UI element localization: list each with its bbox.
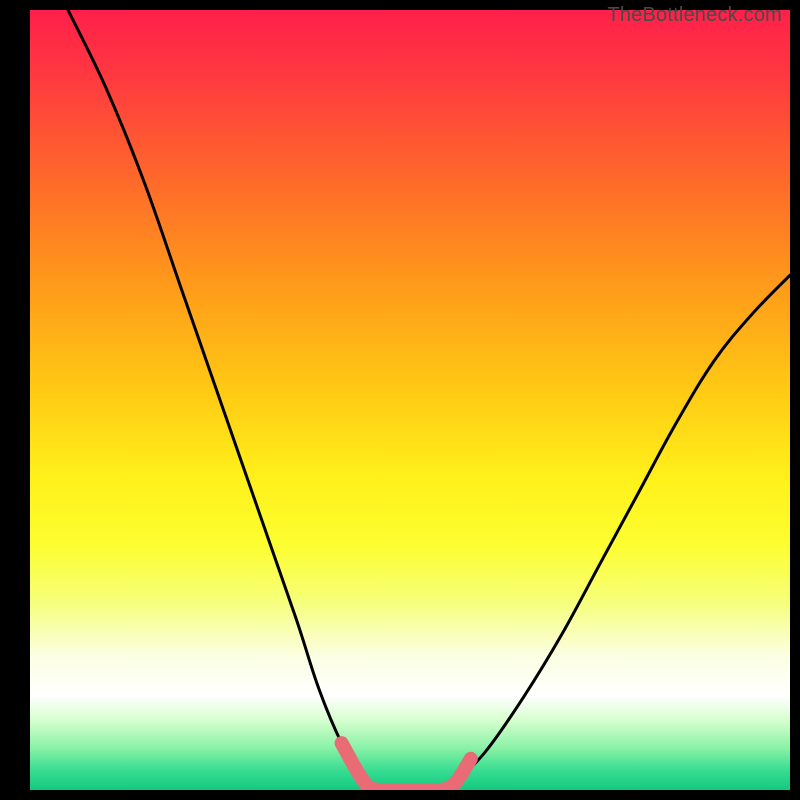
curve-layer [30,10,790,790]
valley-highlight [342,743,471,790]
watermark-text: TheBottleneck.com [607,4,782,27]
chart-frame: TheBottleneck.com [0,0,800,800]
left-curve [68,10,364,782]
right-curve [456,275,790,782]
plot-area [30,10,790,790]
